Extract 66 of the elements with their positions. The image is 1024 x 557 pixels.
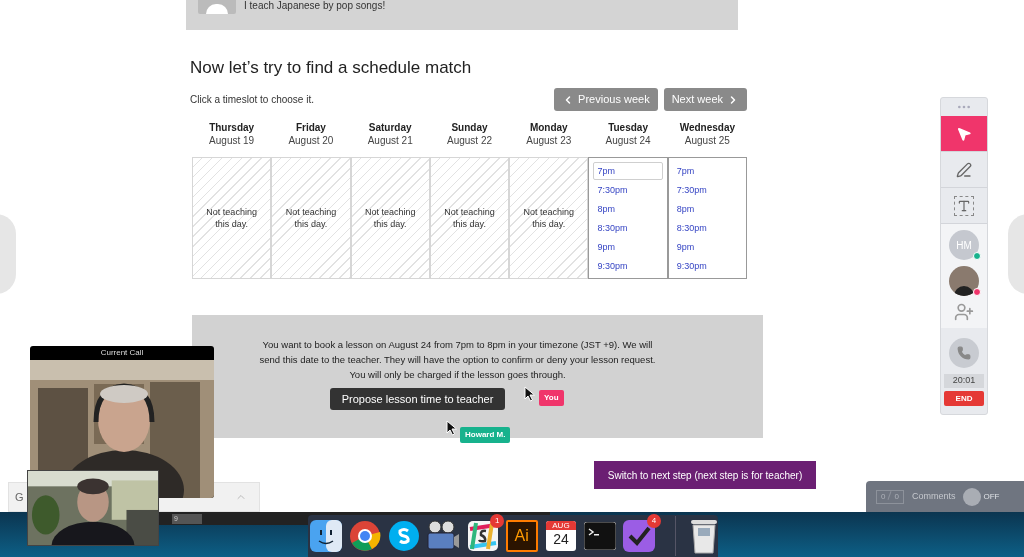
timeslot[interactable]: 9pm [672, 238, 742, 256]
collaborator-tag: Howard M. [460, 427, 511, 443]
calendar-app-icon[interactable]: AUG 24 [545, 521, 576, 551]
timeslot[interactable]: 9:30pm [672, 257, 742, 275]
pointer-tool-button[interactable] [941, 116, 987, 152]
film-camera-app-icon[interactable] [426, 520, 461, 552]
weekday-label: Sunday [451, 121, 488, 134]
avatar-icon [198, 0, 236, 14]
add-user-icon[interactable] [954, 302, 974, 322]
unavailable-note: Not teaching this day. [363, 206, 417, 230]
pointer-icon [956, 125, 972, 142]
timeslot[interactable]: 7:30pm [672, 181, 742, 199]
end-call-button[interactable]: END [944, 391, 984, 406]
unavailable-note: Not teaching this day. [205, 206, 258, 230]
unavailable-note: Not teaching this day. [443, 206, 496, 230]
design-app-icon[interactable]: Ai [505, 520, 538, 552]
participant-avatar[interactable] [949, 266, 979, 296]
checkmark-app-icon[interactable] [623, 520, 656, 552]
panel-title: G [15, 489, 24, 505]
propose-lesson-button[interactable]: Propose lesson time to teacher [329, 388, 506, 410]
next-step-button[interactable]: Switch to next step (next step is for teacher) [594, 461, 816, 489]
phone-icon [957, 346, 971, 360]
timeslot[interactable]: 7pm [672, 162, 742, 180]
date-label: August 23 [526, 134, 572, 148]
chat-app-icon[interactable] [388, 520, 421, 552]
timeslot[interactable]: 9pm [593, 238, 663, 256]
weekday-label: Wednesday [679, 121, 736, 134]
weekday-label: Saturday [368, 121, 412, 134]
date-label: August 22 [446, 134, 492, 148]
weekday-label: Thursday [209, 121, 255, 134]
date-label: August 20 [288, 134, 334, 148]
instruction-text: Click a timeslot to choose it. [190, 93, 314, 107]
collaborator-tag: You [539, 390, 564, 406]
call-window-title: Current Call [99, 347, 145, 359]
timeslot[interactable]: 8pm [672, 200, 742, 218]
comments-label: Comments [911, 489, 956, 503]
date-label: August 19 [209, 134, 255, 148]
date-label: August 21 [367, 134, 413, 148]
unavailable-note: Not teaching this day. [284, 206, 338, 230]
section-heading: Now let’s try to find a schedule match [190, 57, 472, 79]
weekday-label: Friday [295, 121, 326, 134]
booking-message: You want to book a lesson on August 24 from 7pm to 8pm in your timezone (JST +9). We will send this date to the teacher. They will have the option to confirm or deny your lesson request. You will only be charged if the lesson goes through. [258, 338, 657, 382]
call-button[interactable] [949, 338, 979, 368]
browser-app-icon[interactable] [348, 520, 381, 552]
weekday-label: Monday [529, 121, 568, 134]
date-label: August 25 [684, 134, 730, 148]
notification-badge: 1 [490, 514, 505, 528]
call-timer: 20:01 [944, 374, 984, 388]
timeslot[interactable]: 7:30pm [593, 181, 663, 199]
pen-icon [956, 161, 972, 178]
profile-tagline: I teach Japanese by pop songs! [244, 0, 386, 11]
mouse-cursor-icon [524, 386, 536, 402]
smiling-face-app-icon[interactable] [309, 520, 342, 552]
date-label: August 24 [605, 134, 651, 148]
trash-can-icon[interactable] [690, 518, 718, 554]
timeslot[interactable]: 8:30pm [593, 219, 663, 237]
text-tool-icon [957, 198, 971, 213]
terminal-app-icon[interactable] [584, 522, 617, 550]
timeslot[interactable]: 8:30pm [672, 219, 742, 237]
hashtag-app-icon[interactable] [467, 521, 498, 551]
mouse-cursor-icon [446, 420, 458, 436]
timeslot[interactable]: 7pm [593, 162, 663, 180]
timeslot[interactable]: 8pm [593, 200, 663, 218]
unavailable-note: Not teaching this day. [522, 206, 576, 230]
weekday-label: Tuesday [608, 121, 648, 134]
timeslot[interactable]: 9:30pm [593, 257, 663, 275]
